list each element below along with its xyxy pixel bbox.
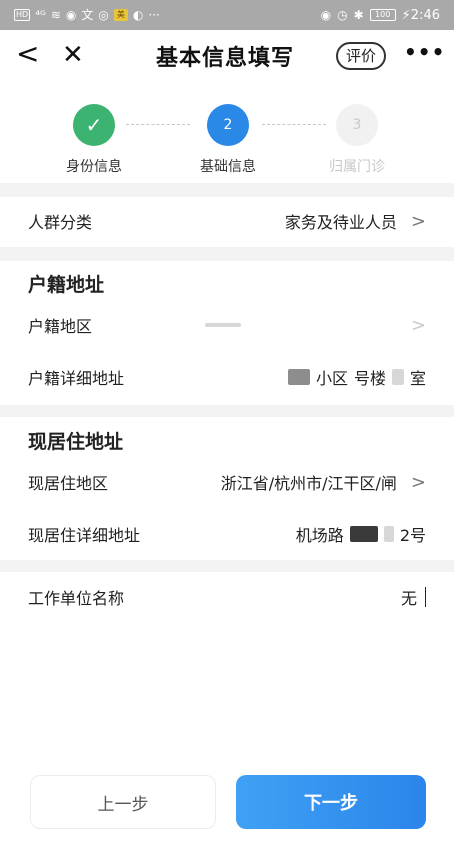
work-unit-label: 工作单位名称 <box>28 589 125 608</box>
status-time: ⚡2:46 <box>401 7 440 23</box>
chevron-right-icon: > <box>410 210 426 232</box>
chevron-right-icon: > <box>410 314 426 336</box>
step-number: 3 <box>336 104 378 146</box>
section-divider <box>0 560 454 572</box>
back-icon[interactable]: < <box>16 38 44 72</box>
redacted-value <box>383 526 394 542</box>
redacted-value <box>287 369 310 385</box>
household-detail-part: 小区 <box>315 369 348 388</box>
household-detail-row[interactable]: 户籍详细地址 小区 号楼 室 <box>0 354 454 400</box>
wifi-icon: ≋ <box>50 8 61 22</box>
check-icon: ✓ <box>73 104 115 146</box>
residence-detail-label: 现居住详细地址 <box>28 526 141 545</box>
redacted-value <box>204 323 241 327</box>
household-region-value: > <box>204 314 426 336</box>
redacted-value <box>391 369 404 385</box>
residence-detail-row[interactable]: 现居住详细地址 机场路 2号 <box>0 512 454 556</box>
section-divider <box>0 405 454 417</box>
work-unit-row[interactable]: 工作单位名称 无 <box>0 574 454 620</box>
more-notifications-icon: ··· <box>148 8 160 22</box>
more-menu-icon[interactable]: ••• <box>404 40 445 64</box>
crowd-category-text: 家务及待业人员 <box>284 213 397 232</box>
household-region-row[interactable]: 户籍地区 > <box>0 302 454 348</box>
redacted-value <box>349 526 378 542</box>
residence-region-text: 浙江省/杭州市/江干区/闸 <box>220 474 397 493</box>
residence-detail-part: 机场路 <box>295 526 344 545</box>
step-label: 基础信息 <box>200 159 256 175</box>
section-divider <box>0 247 454 261</box>
status-bar: HD ⁴ᴳ ≋ ◉ 文 ◎ 美 ◐ ··· ◉ ◷ ✱ 100 ⚡2:46 <box>0 0 454 30</box>
step-connector <box>126 124 190 125</box>
residence-region-value: 浙江省/杭州市/江干区/闸 > <box>221 470 426 494</box>
work-unit-value: 无 <box>400 589 417 608</box>
crowd-category-row[interactable]: 人群分类 家务及待业人员 > <box>0 197 454 245</box>
step-label: 身份信息 <box>66 159 122 175</box>
residence-detail-part: 2号 <box>399 526 426 545</box>
bluetooth-icon: ✱ <box>353 8 364 22</box>
crowd-category-label: 人群分类 <box>28 213 93 232</box>
app-notification-icon-2: ◐ <box>132 8 144 22</box>
work-unit-input[interactable]: 无 <box>401 585 426 609</box>
chevron-right-icon: > <box>410 471 426 493</box>
progress-stepper: ✓ 身份信息 2 基础信息 3 归属门诊 <box>0 80 454 183</box>
crowd-category-value: 家务及待业人员 > <box>285 209 426 233</box>
close-icon[interactable]: ✕ <box>62 38 90 72</box>
alarm-icon: ◷ <box>337 8 348 22</box>
hd-badge: HD <box>14 9 31 21</box>
status-left: HD ⁴ᴳ ≋ ◉ 文 ◎ 美 ◐ ··· <box>14 9 160 21</box>
next-step-button[interactable]: 下一步 <box>236 775 426 829</box>
residence-detail-value: 机场路 2号 <box>296 522 426 546</box>
eye-icon: ◉ <box>320 8 332 22</box>
meituan-notification-icon: 美 <box>113 9 128 21</box>
signal-icon: ⁴ᴳ <box>35 8 46 22</box>
step-identity: ✓ 身份信息 <box>59 104 129 176</box>
status-right: ◉ ◷ ✱ 100 ⚡2:46 <box>321 8 440 23</box>
nav-bar: < ✕ 基本信息填写 评价 ••• <box>0 30 454 80</box>
step-clinic: 3 归属门诊 <box>322 104 392 176</box>
battery-icon: 100 <box>369 9 396 21</box>
wenzi-notification-icon: 文 <box>81 8 94 22</box>
previous-step-button[interactable]: 上一步 <box>30 775 216 829</box>
residence-section-title: 现居住地址 <box>28 431 124 453</box>
household-section-title: 户籍地址 <box>28 274 105 296</box>
step-connector <box>262 124 326 125</box>
step-number: 2 <box>207 104 249 146</box>
household-region-label: 户籍地区 <box>28 317 93 336</box>
residence-region-label: 现居住地区 <box>28 474 109 493</box>
step-label: 归属门诊 <box>329 159 385 175</box>
residence-region-row[interactable]: 现居住地区 浙江省/杭州市/江干区/闸 > <box>0 460 454 504</box>
page-title: 基本信息填写 <box>155 46 294 71</box>
household-detail-value: 小区 号楼 室 <box>287 365 426 389</box>
step-basic-info: 2 基础信息 <box>193 104 263 176</box>
household-detail-label: 户籍详细地址 <box>28 369 125 388</box>
household-detail-part: 室 <box>409 369 426 388</box>
text-caret <box>425 587 426 607</box>
camera-notification-icon: ◎ <box>98 8 109 22</box>
rate-button[interactable]: 评价 <box>336 42 387 70</box>
section-divider <box>0 183 454 197</box>
app-notification-icon: ◉ <box>65 8 77 22</box>
household-detail-part: 号楼 <box>353 369 386 388</box>
